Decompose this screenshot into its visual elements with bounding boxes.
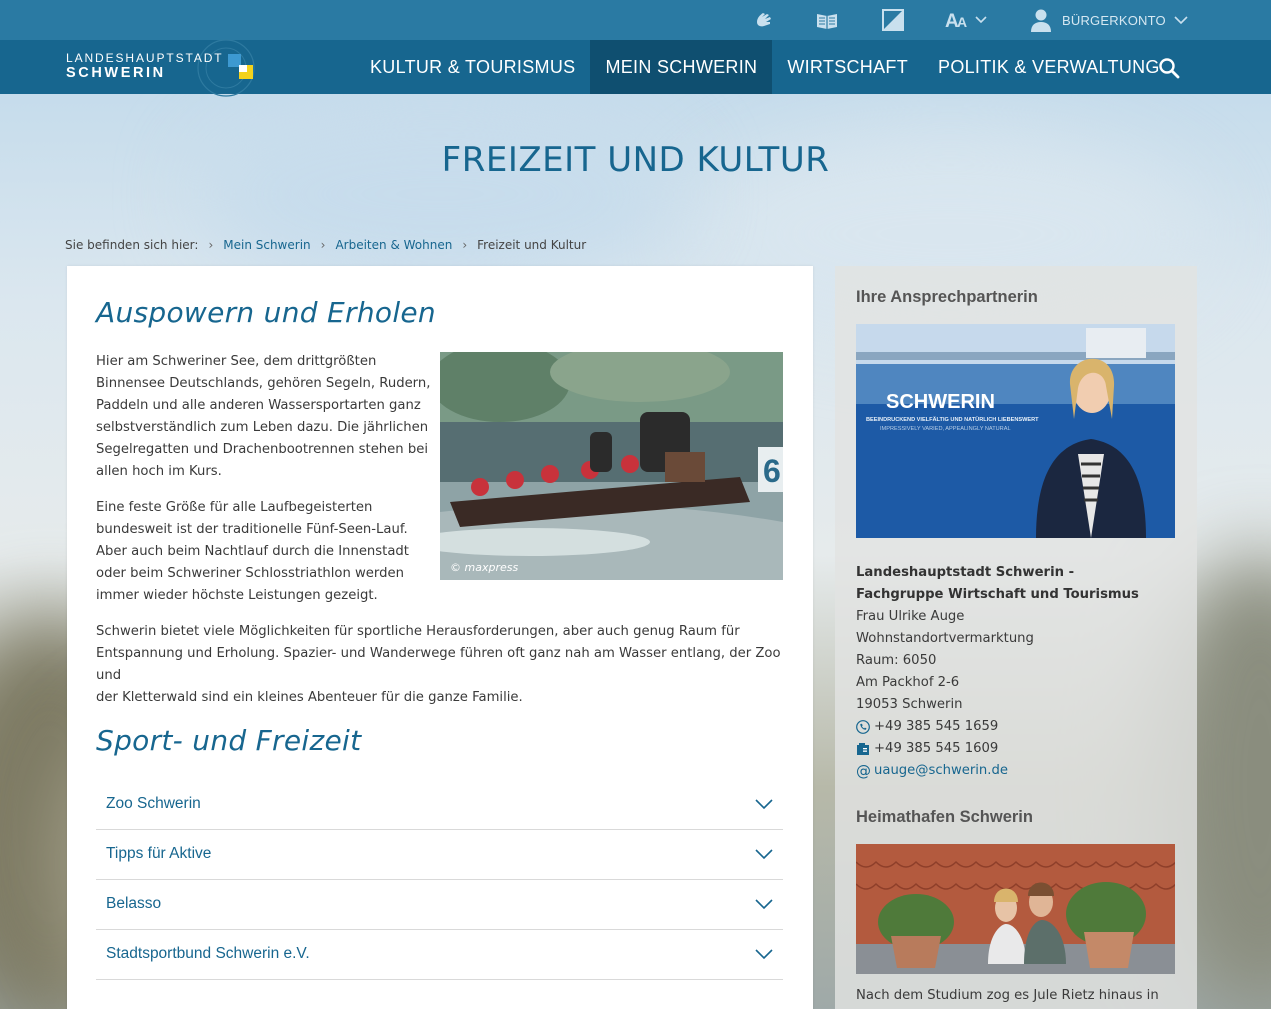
text-line: Schwerin bietet viele Möglichkeiten für … <box>96 624 740 639</box>
contact-fax: +49 385 545 1609 <box>874 741 999 756</box>
accordion-label: Stadtsportbund Schwerin e.V. <box>106 945 310 962</box>
breadcrumb: Sie befinden sich hier: › Mein Schwerin … <box>65 238 586 252</box>
contact-room: Raum: 6050 <box>856 653 937 668</box>
contact-phone-row: +49 385 545 1659 <box>856 716 1139 738</box>
chevron-down-icon <box>755 799 773 810</box>
logo-line-2: SCHWERIN <box>66 65 166 81</box>
banner-subtitle-1: BEEINDRUCKEND VIELFÄLTIG UND NATÜRLICH L… <box>866 416 1039 423</box>
contact-address: Landeshauptstadt Schwerin - Fachgruppe W… <box>856 562 1139 782</box>
contact-city: 19053 Schwerin <box>856 697 963 712</box>
main-navigation: LANDESHAUPTSTADT SCHWERIN KULTUR & TOURI… <box>0 39 1271 97</box>
nav-item-wirtschaft[interactable]: WIRTSCHAFT <box>772 40 923 94</box>
accordion-tipps-fuer-aktive[interactable]: Tipps für Aktive <box>96 830 783 880</box>
banner-title: SCHWERIN <box>886 391 995 413</box>
contact-org-line-2: Fachgruppe Wirtschaft und Tourismus <box>856 587 1139 602</box>
contact-email-row: @ uauge@schwerin.de <box>856 760 1139 782</box>
heimathafen-teaser: Nach dem Studium zog es Jule Rietz hinau… <box>856 988 1159 1003</box>
text-line: selbstverständlich zum Leben dazu. Die j… <box>96 420 429 435</box>
text-line: Hier am Schweriner See, dem drittgrößten <box>96 354 377 369</box>
text-line: bundesweit ist der traditionelle Fünf-Se… <box>96 522 408 537</box>
nav-item-politik-verwaltung[interactable]: POLITIK & VERWALTUNG <box>923 40 1175 94</box>
paragraph-3: Schwerin bietet viele Möglichkeiten für … <box>96 621 796 709</box>
sidebar: Ihre Ansprechpartnerin SCHWERIN BEEINDRU… <box>835 266 1197 1009</box>
text-line: Binnensee Deutschlands, gehören Segeln, … <box>96 376 431 391</box>
easy-reading-icon[interactable] <box>815 8 839 32</box>
contact-fax-row: +49 385 545 1609 <box>856 738 1139 760</box>
text-line: Entspannung und Erholung. Spazier- und W… <box>96 646 781 683</box>
account-label: BÜRGERKONTO <box>1062 12 1166 28</box>
text-line: Aber auch beim Nachtlauf durch die Innen… <box>96 544 409 559</box>
accordion-label: Tipps für Aktive <box>106 845 212 862</box>
chevron-down-icon <box>755 899 773 910</box>
contact-heading: Ihre Ansprechpartnerin <box>856 288 1038 306</box>
contact-org-line-1: Landeshauptstadt Schwerin - <box>856 565 1075 580</box>
text-line: immer wieder höchste Leistungen gezeigt. <box>96 588 378 603</box>
chevron-right-icon: › <box>208 238 214 252</box>
photo-credit: © maxpress <box>450 561 519 574</box>
contact-banner-illustration: SCHWERIN BEEINDRUCKEND VIELFÄLTIG UND NA… <box>856 324 1175 538</box>
logo-squares-icon <box>228 54 253 79</box>
chevron-down-icon <box>755 949 773 960</box>
breadcrumb-mein-schwerin[interactable]: Mein Schwerin <box>223 238 310 252</box>
sign-language-icon[interactable] <box>752 8 776 32</box>
user-icon <box>1031 9 1051 32</box>
contact-street: Am Packhof 2-6 <box>856 675 960 690</box>
accordion-belasso[interactable]: Belasso <box>96 880 783 930</box>
chevron-right-icon: › <box>320 238 326 252</box>
heading-sport-freizeit: Sport- und Freizeit <box>96 724 362 757</box>
phone-icon <box>856 720 870 734</box>
contact-name: Frau Ulrike Auge <box>856 609 965 624</box>
accordion-label: Belasso <box>106 895 162 912</box>
heading-auspowern: Auspowern und Erholen <box>96 296 436 329</box>
breadcrumb-prefix: Sie befinden sich hier: <box>65 238 199 252</box>
heimathafen-heading: Heimathafen Schwerin <box>856 808 1033 826</box>
text-line: Paddeln und alle anderen Wassersportarte… <box>96 398 421 413</box>
nav-item-kultur-tourismus[interactable]: KULTUR & TOURISMUS <box>355 40 590 94</box>
nav-items: KULTUR & TOURISMUS MEIN SCHWERIN WIRTSCH… <box>355 40 1175 94</box>
dragon-boat-photo: 6 © maxpress <box>440 352 783 580</box>
svg-text:A: A <box>957 14 967 30</box>
text-line: oder beim Schweriner Schlosstriathlon we… <box>96 566 404 581</box>
site-logo[interactable]: LANDESHAUPTSTADT SCHWERIN <box>66 39 266 97</box>
main-content: Auspowern und Erholen Hier am Schweriner… <box>67 266 813 1009</box>
text-line: allen hoch im Kurs. <box>96 464 222 479</box>
page-title: FREIZEIT UND KULTUR <box>441 140 830 180</box>
nav-item-mein-schwerin[interactable]: MEIN SCHWERIN <box>590 40 773 94</box>
accordion-stadtsportbund[interactable]: Stadtsportbund Schwerin e.V. <box>96 930 783 980</box>
contact-email-link[interactable]: uauge@schwerin.de <box>874 760 1008 782</box>
contrast-icon[interactable] <box>881 8 905 32</box>
text-line: Eine feste Größe für alle Laufbegeistert… <box>96 500 373 515</box>
banner-subtitle-2: IMPRESSIVELY VARIED, APPEALINGLY NATURAL <box>880 426 1011 432</box>
breadcrumb-arbeiten-wohnen[interactable]: Arbeiten & Wohnen <box>335 238 452 252</box>
contact-department: Wohnstandortvermarktung <box>856 631 1034 646</box>
heimathafen-photo <box>856 844 1175 974</box>
font-size-icon[interactable]: A A <box>945 8 989 32</box>
logo-line-1: LANDESHAUPTSTADT <box>66 51 224 65</box>
chevron-down-icon <box>1174 16 1188 25</box>
accordion-zoo-schwerin[interactable]: Zoo Schwerin <box>96 780 783 830</box>
chevron-right-icon: › <box>462 238 468 252</box>
city-seal-icon <box>197 39 255 97</box>
account-menu[interactable]: BÜRGERKONTO <box>1030 8 1189 32</box>
paragraph-2: Eine feste Größe für alle Laufbegeistert… <box>96 497 409 607</box>
paragraph-1: Hier am Schweriner See, dem drittgrößten… <box>96 351 430 483</box>
contact-phone[interactable]: +49 385 545 1659 <box>874 716 998 738</box>
contact-person-photo: SCHWERIN BEEINDRUCKEND VIELFÄLTIG UND NA… <box>856 324 1175 538</box>
accordion-label: Zoo Schwerin <box>106 795 201 812</box>
breadcrumb-current: Freizeit und Kultur <box>477 238 587 252</box>
dragon-boat-illustration: 6 <box>440 352 783 580</box>
boat-number: 6 <box>763 453 781 489</box>
heimathafen-illustration <box>856 844 1175 974</box>
utility-bar: A A BÜRGERKONTO <box>0 0 1271 40</box>
chevron-down-icon <box>755 849 773 860</box>
at-sign-icon: @ <box>856 762 871 780</box>
search-icon[interactable] <box>1158 57 1180 79</box>
text-line: der Kletterwald sind ein kleines Abenteu… <box>96 690 523 705</box>
text-line: Segelregatten und Drachenbootrennen steh… <box>96 442 428 457</box>
fax-icon <box>857 743 869 755</box>
